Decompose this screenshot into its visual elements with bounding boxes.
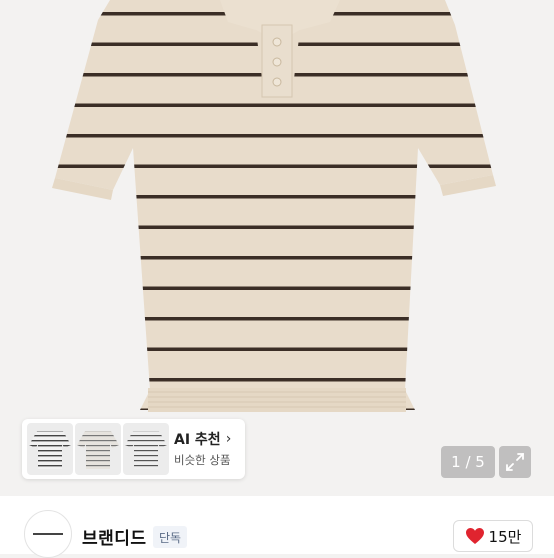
similar-product-thumbnail[interactable] <box>27 423 73 475</box>
brand-logo[interactable] <box>24 510 72 558</box>
expand-button[interactable] <box>499 446 531 478</box>
ai-recommend-card[interactable]: AI 추천 › 비슷한 상품 <box>22 419 245 479</box>
expand-icon <box>506 453 524 471</box>
heart-icon <box>465 528 484 544</box>
polo-shirt-icon <box>125 431 167 469</box>
image-counter: 1 / 5 <box>441 446 495 478</box>
ai-recommend-title[interactable]: AI 추천 › <box>174 429 231 449</box>
brand-name[interactable]: 브랜디드 <box>82 524 147 549</box>
similar-product-thumbnail[interactable] <box>123 423 169 475</box>
chevron-right-icon: › <box>225 431 232 447</box>
ai-recommend-label: AI 추천 <box>174 432 221 448</box>
polo-shirt-icon <box>77 431 119 469</box>
like-count: 15만 <box>488 527 522 546</box>
exclusive-badge: 단독 <box>153 526 188 548</box>
ai-recommend-subtitle: 비슷한 상품 <box>174 453 231 467</box>
polo-shirt-icon <box>29 431 71 469</box>
brand-logo-mark <box>33 533 63 535</box>
like-button[interactable]: 15만 <box>453 520 533 552</box>
similar-product-thumbnail[interactable] <box>75 423 121 475</box>
